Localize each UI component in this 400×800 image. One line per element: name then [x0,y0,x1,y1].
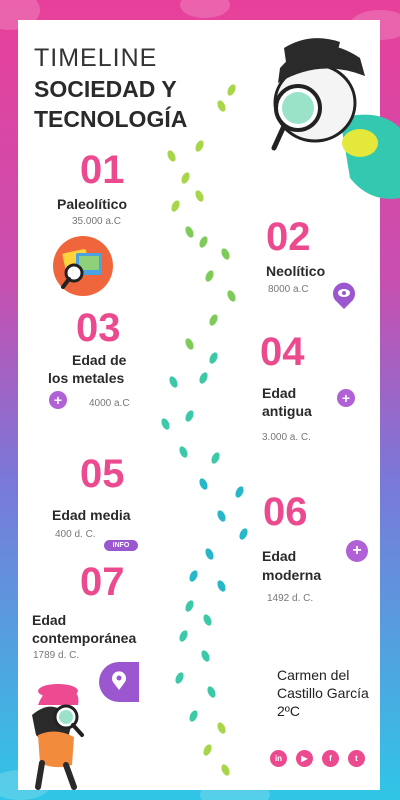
item-01-number: 01 [80,148,125,192]
item-04-era-line2: antigua [262,403,312,419]
item-04-date: 3.000 a. C. [262,432,311,443]
detective-illustration-small [32,684,84,790]
title-line-2: SOCIEDAD Y [34,76,177,102]
item-07-number: 07 [80,560,125,604]
item-03-era-line2: los metales [48,370,125,386]
twitter-icon[interactable]: t [348,750,365,767]
item-05-date: 400 d. C. [55,529,96,540]
item-06-plus-button[interactable]: + [346,540,368,562]
title-line-3: TECNOLOGÍA [34,106,188,132]
item-06-date: 1492 d. C. [267,593,314,604]
location-pin-icon[interactable] [99,662,139,702]
item-06-era-line2: moderna [262,567,322,583]
author-line-2: Castillo García [277,685,369,701]
linkedin-icon[interactable]: in [270,750,287,767]
author-line-1: Carmen del [277,667,350,683]
background-blob [180,0,230,18]
item-06-number: 06 [263,490,308,534]
item-02-number: 02 [266,215,311,259]
author-line-3: 2ºC [277,703,301,719]
item-01-date: 35.000 a.C [72,216,121,227]
facebook-icon[interactable]: f [322,750,339,767]
item-03-plus-button[interactable]: + [49,391,67,409]
item-07-era-line2: contemporánea [32,630,137,646]
item-07-era-line1: Edad [32,612,67,628]
detective-illustration [271,38,400,199]
item-04-number: 04 [260,330,305,374]
item-06-era-line1: Edad [262,548,297,564]
item-02-era: Neolítico [266,263,326,279]
location-eye-icon[interactable] [332,282,356,310]
item-03-date: 4000 a.C [89,398,130,409]
title-line-1: TIMELINE [34,44,158,72]
photos-icon[interactable] [52,235,114,297]
item-03-era-line1: Edad de [72,352,127,368]
item-03-number: 03 [76,306,121,350]
info-button[interactable]: INFO [104,540,138,551]
item-02-date: 8000 a.C [268,284,309,295]
item-05-era: Edad media [52,507,131,523]
youtube-icon[interactable]: ▶ [296,750,313,767]
item-05-number: 05 [80,452,125,496]
author-block: Carmen del Castillo García 2ºC [277,666,369,720]
item-07-date: 1789 d. C. [33,650,80,661]
item-01-era: Paleolítico [57,196,128,212]
item-04-plus-button[interactable]: + [337,389,355,407]
item-04-era-line1: Edad [262,385,297,401]
